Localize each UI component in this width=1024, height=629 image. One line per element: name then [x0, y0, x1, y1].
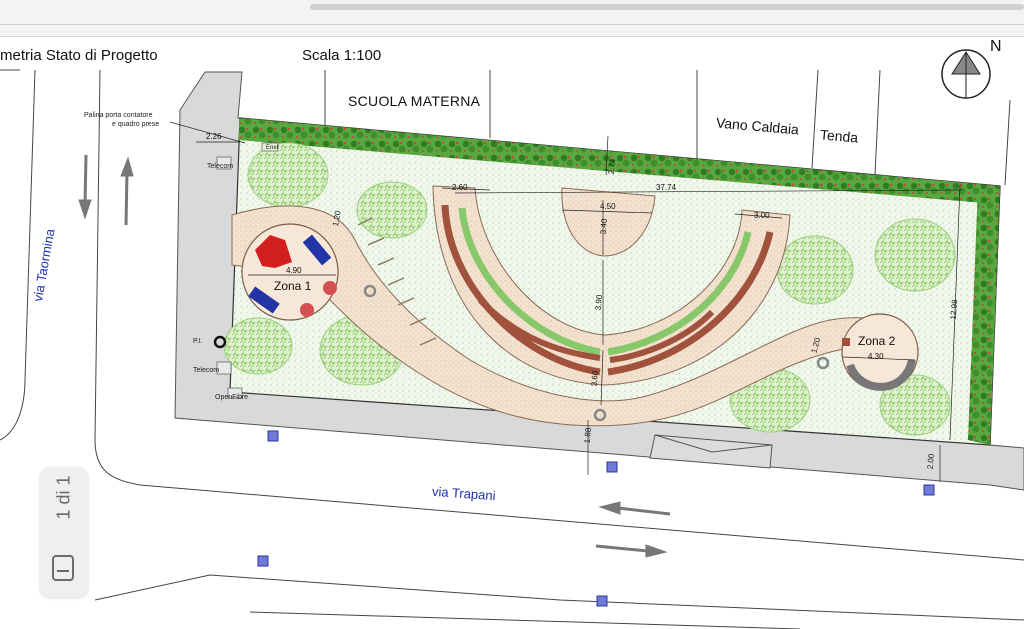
north-compass: [941, 49, 991, 99]
dim-3-90: 3.90: [593, 294, 604, 311]
zone2-marker: [842, 338, 850, 346]
phone-icon: [52, 555, 74, 581]
meter-pole-label-2: e quadro prese: [112, 121, 160, 128]
page-indicator[interactable]: 1 di 1: [40, 467, 88, 597]
drawing-title: metria Stato di Progetto: [0, 47, 158, 64]
dim-4-90: 4.90: [286, 266, 302, 275]
openfibre-label: OpenFibre: [215, 394, 249, 401]
dim-1-88: 1.88: [582, 427, 593, 444]
page-count-label: 1 di 1: [53, 475, 74, 520]
pi-label: P.I.: [193, 338, 203, 345]
telecom-top-label: Telecom: [207, 163, 234, 170]
dim-3-00: 3.00: [754, 211, 770, 220]
meter-pole-label: Palina porta contatore: [84, 112, 153, 119]
toolbar-divider: [0, 24, 1024, 25]
zone2-label: Zona 2: [858, 334, 896, 348]
enel-label: Enel: [266, 145, 279, 151]
dim-2-60: 2.60: [452, 183, 468, 192]
dim-4-50: 4.50: [600, 202, 616, 211]
dim-4-30: 4.30: [868, 352, 884, 361]
scale-label: Scala 1:100: [302, 47, 382, 64]
dim-3-60: 3.60: [589, 370, 600, 387]
viewer-toolbar: [0, 0, 1024, 37]
north-label: N: [990, 38, 1002, 55]
play-stool-1: [323, 281, 337, 295]
zone1-label: Zona 1: [274, 279, 312, 293]
horizontal-scrollbar[interactable]: [310, 4, 1024, 10]
telecom-bottom-label: Telecom: [193, 367, 220, 374]
dim-2-00: 2.00: [925, 453, 936, 470]
dim-3-40: 3.40: [598, 218, 609, 235]
dim-37-74: 37.74: [656, 183, 677, 192]
play-stool-2: [300, 303, 314, 317]
dim-2-74: 2.74: [606, 158, 617, 175]
tent-label: Tenda: [819, 126, 859, 146]
school-label: SCUOLA MATERNA: [348, 93, 481, 109]
dim-2-26: 2.26: [206, 132, 222, 141]
dim-12-98: 12.98: [948, 299, 960, 320]
